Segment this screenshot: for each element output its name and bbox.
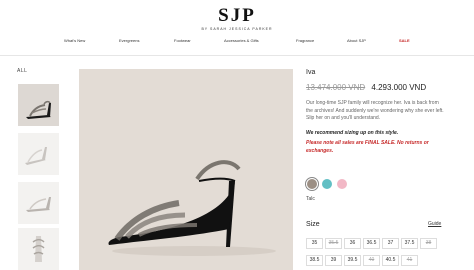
- nav-accessories-gifts[interactable]: Accessories & Gifts: [224, 38, 259, 43]
- product-main-image[interactable]: [79, 69, 293, 270]
- size-option-39-5[interactable]: 39.5: [344, 255, 361, 266]
- size-option-36[interactable]: 36: [344, 238, 361, 249]
- product-name: Iva: [306, 69, 316, 76]
- thumbnail-1[interactable]: [18, 84, 59, 126]
- header-divider: [0, 55, 474, 56]
- size-option-40[interactable]: 40: [363, 255, 380, 266]
- nav-fragrance[interactable]: Fragrance: [296, 38, 314, 43]
- nav-evergreens[interactable]: Evergreens: [119, 38, 139, 43]
- size-option-37[interactable]: 37: [382, 238, 399, 249]
- nav-about-sjp[interactable]: About SJP: [347, 38, 366, 43]
- size-option-38-5[interactable]: 38.5: [306, 255, 323, 266]
- size-option-40-5[interactable]: 40.5: [382, 255, 399, 266]
- thumbnail-3[interactable]: [18, 182, 59, 224]
- color-swatch-teal[interactable]: [322, 179, 332, 189]
- price-row: 13.474.000 VND 4.293.000 VND: [306, 83, 426, 92]
- logo-text: SJP: [218, 5, 256, 26]
- thumbnail-1-image: [26, 100, 51, 119]
- thumbnail-4[interactable]: [18, 228, 59, 270]
- nav-whats-new[interactable]: What's New: [64, 38, 85, 43]
- color-swatch-pink[interactable]: [337, 179, 347, 189]
- selected-color-label: Talc: [306, 196, 315, 202]
- color-swatch-talc[interactable]: [305, 177, 319, 191]
- brand-logo[interactable]: SJP BY SARAH JESSICA PARKER: [0, 5, 474, 32]
- sandal-illustration: [108, 160, 276, 256]
- size-option-37-5[interactable]: 37.5: [401, 238, 418, 249]
- size-guide-link[interactable]: Guide: [428, 221, 441, 227]
- final-sale-note: Please note all sales are FINAL SALE. No…: [306, 140, 429, 154]
- size-option-35[interactable]: 35: [306, 238, 323, 249]
- thumbnail-4-image: [32, 236, 45, 262]
- size-option-39[interactable]: 39: [325, 255, 342, 266]
- size-option-41[interactable]: 41: [401, 255, 418, 266]
- sale-price: 4.293.000 VND: [371, 83, 427, 92]
- original-price: 13.474.000 VND: [306, 83, 366, 92]
- thumbnail-3-image: [26, 197, 51, 212]
- product-description: Our long-time SJP family will recognize …: [306, 100, 444, 122]
- sizing-note: We recommend sizing up on this style.: [306, 130, 399, 136]
- gallery-all-label[interactable]: ALL: [17, 68, 27, 74]
- logo-tagline: BY SARAH JESSICA PARKER: [201, 27, 273, 31]
- size-option-35-5[interactable]: 35.5: [325, 238, 342, 249]
- size-option-36-5[interactable]: 36.5: [363, 238, 380, 249]
- size-label: Size: [306, 221, 320, 228]
- size-option-38[interactable]: 38: [420, 238, 437, 249]
- thumbnail-2-image: [25, 147, 47, 165]
- main-nav: What's New Evergreens Footwear Accessori…: [0, 38, 474, 46]
- nav-sale[interactable]: SALE: [399, 38, 410, 43]
- nav-footwear[interactable]: Footwear: [174, 38, 191, 43]
- thumbnail-2[interactable]: [18, 133, 59, 175]
